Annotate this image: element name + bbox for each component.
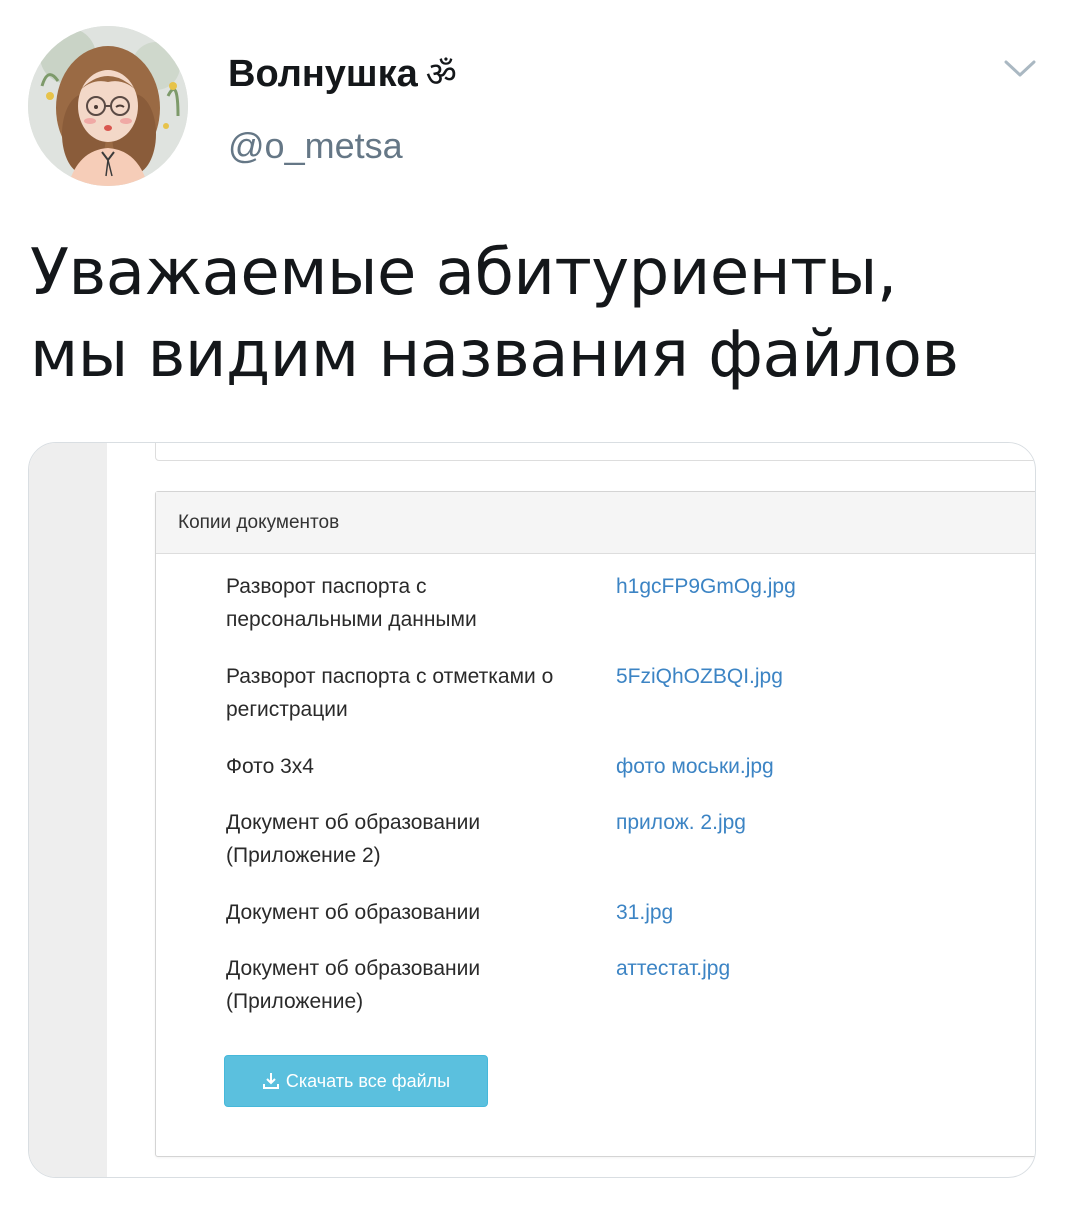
document-file-link[interactable]: 31.jpg — [616, 896, 673, 929]
document-label: Документ об образовании (Приложение) — [226, 957, 481, 1013]
tweet-menu-button[interactable] — [1000, 56, 1040, 82]
avatar[interactable] — [28, 26, 188, 186]
document-file-link[interactable]: 5FziQhOZBQI.jpg — [616, 660, 783, 693]
document-file-link[interactable]: фото моськи.jpg — [616, 750, 774, 783]
download-all-button[interactable]: Скачать все файлы — [224, 1055, 488, 1107]
document-label: Разворот паспорта с отметками о регистра… — [226, 665, 554, 721]
user-handle[interactable]: @o_metsa — [228, 125, 403, 167]
page-sidebar-strip — [29, 443, 107, 1177]
om-emoji: ॐ — [425, 55, 457, 95]
chevron-down-icon — [1004, 60, 1036, 77]
previous-panel-edge — [155, 443, 1035, 461]
panel-title: Копии документов — [156, 492, 1035, 554]
document-label: Документ об образовании — [226, 901, 481, 924]
document-file-link[interactable]: аттестат.jpg — [616, 952, 730, 985]
display-name-text: Волнушка — [228, 53, 418, 95]
document-file-link[interactable]: h1gcFP9GmOg.jpg — [616, 570, 796, 603]
download-icon — [262, 1073, 279, 1089]
document-label: Документ об образовании (Приложение 2) — [226, 811, 481, 867]
display-name[interactable]: Волнушка ॐ — [228, 50, 457, 96]
documents-panel: Копии документов Разворот паспорта с пер… — [155, 491, 1035, 1157]
document-label: Разворот паспорта с персональными данным… — [226, 575, 477, 631]
tweet-text: Уважаемые абитуриенты, мы видим названия… — [30, 236, 959, 392]
document-file-link[interactable]: прилож. 2.jpg — [616, 806, 746, 839]
document-label: Фото 3x4 — [226, 755, 314, 778]
avatar-illustration-icon — [28, 26, 188, 186]
download-all-label: Скачать все файлы — [285, 1070, 451, 1091]
tweet-media[interactable]: Копии документов Разворот паспорта с пер… — [28, 442, 1036, 1178]
